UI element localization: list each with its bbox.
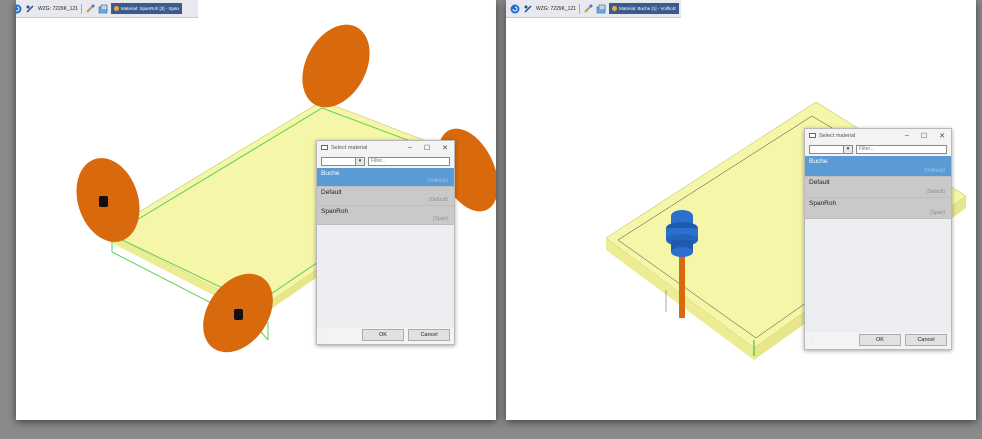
material-type: (Span) (432, 216, 448, 222)
minimize-icon[interactable]: – (905, 132, 909, 139)
wzg-label: WZG: 7229K_121 (536, 5, 577, 12)
right-toolbar: WZG: 7229K_121 Material: Buche [1] - Vol… (506, 0, 681, 18)
resize-grip-icon[interactable]: ⋮ (321, 334, 326, 340)
material-type: (Default) (428, 197, 448, 203)
filter-row: ▾ Filter... (805, 142, 951, 156)
dialog-titlebar[interactable]: Select material – ☐ ✕ (805, 129, 951, 142)
list-item[interactable]: Default (Default) (317, 187, 454, 206)
dialog-title: Select material (819, 132, 856, 139)
material-type: (Span) (929, 210, 945, 216)
material-list[interactable]: Buche (Vollholz) Default (Default) SpanR… (317, 168, 454, 328)
ok-button[interactable]: OK (859, 334, 901, 346)
material-icon (114, 6, 120, 11)
disc-hub-bottom (234, 309, 243, 320)
list-item[interactable]: Buche (Vollholz) (805, 156, 951, 177)
material-name: Buche (321, 170, 340, 177)
tool-icon[interactable] (523, 4, 533, 14)
list-item[interactable]: SpanRoh (Span) (317, 206, 454, 225)
resize-grip-icon[interactable]: ⋮ (809, 339, 814, 345)
material-list[interactable]: Buche (Vollholz) Default (Default) SpanR… (805, 156, 951, 332)
dialog-title: Select material (331, 144, 368, 151)
maximize-icon[interactable]: ☐ (424, 144, 430, 152)
drill-shaft (679, 254, 685, 318)
filter-row: ▾ Filter... (317, 154, 454, 168)
dialog-footer: ⋮ OK Cancel (317, 326, 454, 344)
refresh-icon[interactable] (16, 4, 22, 14)
material-name: SpanRoh (809, 200, 837, 207)
layers-icon[interactable] (596, 4, 606, 14)
left-viewport[interactable]: WZG: 7229K_121 Material: SpanRoh [3] - S… (16, 0, 496, 420)
dialog-titlebar[interactable]: Select material – ☐ ✕ (317, 141, 454, 154)
cancel-button[interactable]: Cancel (408, 329, 450, 341)
tool-icon[interactable] (25, 4, 35, 14)
window-icon (321, 145, 328, 150)
brush-icon[interactable] (583, 4, 593, 14)
toolbar-separator (81, 3, 83, 14)
wzg-label: WZG: 7229K_121 (38, 5, 79, 12)
material-type: (Vollholz) (427, 178, 448, 184)
material-type-combo[interactable]: ▾ (321, 156, 365, 166)
window-icon (809, 133, 816, 138)
material-tab-label: Material: Buche [1] - Vollholz (619, 6, 677, 11)
brush-icon[interactable] (85, 4, 95, 14)
layers-icon[interactable] (98, 4, 108, 14)
material-name: Default (321, 189, 342, 196)
dialog-footer: ⋮ OK Cancel (805, 331, 951, 349)
saw-disc-top (302, 24, 370, 108)
maximize-icon[interactable]: ☐ (921, 132, 927, 140)
ok-button[interactable]: OK (362, 329, 404, 341)
select-material-dialog: Select material – ☐ ✕ ▾ Filter... Buche … (316, 140, 455, 345)
disc-hub-left (99, 196, 108, 207)
material-tab-label: Material: SpanRoh [3] - Span (121, 6, 180, 11)
material-name: Default (809, 179, 830, 186)
left-toolbar: WZG: 7229K_121 Material: SpanRoh [3] - S… (16, 0, 198, 18)
close-icon[interactable]: ✕ (442, 144, 448, 152)
material-tab[interactable]: Material: Buche [1] - Vollholz (609, 3, 680, 14)
material-icon (612, 6, 618, 11)
refresh-icon[interactable] (510, 4, 520, 14)
material-type-combo[interactable]: ▾ (809, 144, 853, 154)
right-viewport[interactable]: WZG: 7229K_121 Material: Buche [1] - Vol… (506, 0, 976, 420)
filter-input[interactable]: Filter... (856, 144, 947, 154)
chevron-down-icon[interactable]: ▾ (355, 157, 364, 165)
material-type: (Vollholz) (924, 168, 945, 174)
close-icon[interactable]: ✕ (939, 132, 945, 140)
select-material-dialog: Select material – ☐ ✕ ▾ Filter... Buche … (804, 128, 952, 350)
list-item[interactable]: SpanRoh (Span) (805, 198, 951, 219)
material-type: (Default) (925, 189, 945, 195)
cancel-button[interactable]: Cancel (905, 334, 947, 346)
material-name: Buche (809, 158, 828, 165)
list-item[interactable]: Buche (Vollholz) (317, 168, 454, 187)
list-item[interactable]: Default (Default) (805, 177, 951, 198)
material-name: SpanRoh (321, 208, 349, 215)
toolbar-separator (579, 3, 581, 14)
material-tab[interactable]: Material: SpanRoh [3] - Span (111, 3, 183, 14)
minimize-icon[interactable]: – (408, 144, 412, 151)
screenshot-stage: WZG: 7229K_121 Material: SpanRoh [3] - S… (0, 0, 982, 439)
filter-input[interactable]: Filter... (368, 156, 450, 166)
chevron-down-icon[interactable]: ▾ (843, 145, 852, 153)
